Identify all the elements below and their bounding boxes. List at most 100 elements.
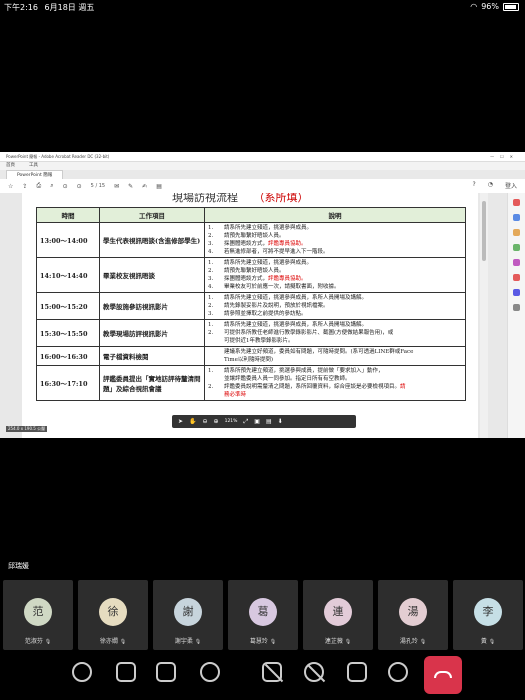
participant-name-row: 黃 🎙︎ (453, 636, 523, 645)
zoom-out-icon[interactable]: ⊖ (203, 418, 208, 425)
mic-muted-icon: 🎙︎ (344, 639, 352, 645)
line-number: 4. (208, 249, 214, 255)
export-pdf-icon[interactable] (513, 199, 520, 206)
description-line: 3. 請參照並擇取之前提供的參訪點。 (208, 310, 462, 318)
row-item: 電子檔資料檢閱 (99, 346, 205, 366)
comment-tool-icon[interactable] (513, 229, 520, 236)
hand-tool-icon[interactable]: ✋ (189, 418, 196, 425)
line-text: 可提供系所教任老師進行教學錄影影片、截圖(方便做結果報告用)，或 (224, 330, 394, 336)
speaker-icon[interactable] (347, 662, 367, 682)
create-pdf-icon[interactable] (513, 214, 520, 221)
line-text: 請參照並擇取之前提供的參訪點。 (224, 311, 307, 317)
status-time: 下午2:16 (4, 3, 38, 12)
protect-icon[interactable] (513, 289, 520, 296)
description-line: 1. 請系所先建立頻道，挑選參與成員。 (208, 259, 462, 267)
window-controls[interactable]: —☐✕ (490, 152, 519, 161)
select-tool-icon[interactable]: ➤ (178, 418, 183, 425)
line-number: 2. (208, 330, 214, 336)
hangup-icon (434, 671, 452, 678)
participant-tile[interactable]: 葛葛慧玲 🎙︎ (228, 580, 298, 650)
description-line: 可提供近1年教學錄影影片。 (208, 337, 462, 345)
wifi-icon: ◠ (470, 2, 478, 11)
schedule-table: 時間 工作項目 說明 13:00～14:00 學生代表視訊晤談(含進修部學生) 1.… (36, 207, 466, 401)
end-call-button[interactable] (424, 656, 462, 694)
signin-link[interactable]: 登入 (505, 181, 517, 190)
line-text: 採團體晤談方式， (224, 241, 269, 247)
active-speaker-name: 邱瑞媛 (8, 562, 29, 570)
line-number: 3. (208, 241, 214, 247)
description-line: 1. 請系所先建立頻道，挑選參與成員，系所人員開場及講解。 (208, 321, 462, 329)
tab-document[interactable]: PowerPoint 簡報 (6, 169, 64, 180)
line-text: 請系所先建立頻道，挑選參與成員，系所人員開場及講解。 (224, 295, 368, 301)
row-description: 建議系先建立好頻道，委員如有問題，可隨時提問。(系可透過LINE群或Face Ti… (204, 346, 466, 366)
camera-off-icon[interactable] (262, 662, 284, 683)
organize-icon[interactable] (513, 259, 520, 266)
sign-icon[interactable]: ✍ (142, 183, 147, 190)
row-description: 1. 請系所預先建立頻道，挑選參與成員，提前做「要求加入」動作， 並讓評鑑委員人員一… (204, 365, 466, 401)
row-description: 1. 請系所先建立頻道，挑選參與成員，系所人員開場及講解。 2. 請先錄製妥影片及說明… (204, 292, 466, 320)
pen-icon[interactable]: ✎ (128, 183, 133, 190)
participant-name: 徐亦嫺 (99, 638, 118, 645)
download-icon[interactable]: ⬇ (278, 418, 283, 425)
call-controls (0, 656, 525, 696)
avatar: 葛 (249, 598, 277, 626)
upload-icon[interactable]: ⇪ (22, 183, 27, 190)
participant-tile[interactable]: 湯湯孔玲 🎙︎ (378, 580, 448, 650)
next-page-icon[interactable]: ⊙ (77, 183, 82, 190)
highlight-icon[interactable]: ▤ (266, 418, 272, 425)
description-line: 1. 請系所先建立頻道，挑選參與成員。 (208, 224, 462, 232)
share-screen-icon[interactable] (156, 662, 176, 682)
combine-icon[interactable] (513, 244, 520, 251)
participant-tile[interactable]: 徐徐亦嫺 🎙︎ (78, 580, 148, 650)
avatar: 李 (474, 598, 502, 626)
window-titlebar: PowerPoint 簡報 - Adobe Acrobat Reader DC … (0, 152, 525, 162)
avatar: 范 (24, 598, 52, 626)
star-icon[interactable]: ☆ (8, 183, 13, 190)
line-text: 若無進修部者，可將不提早進入下一階段。 (224, 249, 329, 255)
line-text: 請系所先建立頻道，挑選參與成員。 (224, 260, 313, 266)
more-options-icon[interactable] (388, 662, 408, 682)
fit-page-icon[interactable]: ⤢ (243, 418, 248, 426)
comment-icon[interactable]: ✉ (114, 183, 119, 190)
row-description: 1. 請系所先建立頻道，挑選參與成員。 2. 請預先聯繫好晤談人員。 3. 採團體晤談方式… (204, 222, 466, 258)
row-time: 16:00～16:30 (36, 346, 100, 366)
mic-muted-icon: 🎙︎ (119, 639, 127, 645)
document-area: 現場訪視流程 （系所填） 時間 工作項目 說明 13:00～14:00 學生代表視… (0, 193, 508, 438)
table-row: 14:10～14:40 畢業校友視訊晤談 1. 請系所先建立頻道，挑選參與成員。 2. 請… (36, 257, 466, 293)
table-row: 15:30～15:50 教學現場訪評視訊影片 1. 請系所先建立頻道，挑選參與成員，系… (36, 319, 466, 347)
bell-icon[interactable]: ◔ (488, 181, 493, 190)
pdf-page: 現場訪視流程 （系所填） 時間 工作項目 說明 13:00～14:00 學生代表視… (22, 193, 478, 438)
help-icon[interactable]: ? (473, 181, 476, 190)
col-time: 時間 (36, 207, 100, 223)
description-line: 2. 評鑑委員說明需釐清之問題，系所回覆資料，綜合座談是必要檢視項目。請 (208, 383, 462, 391)
row-item: 學生代表視訊晤談(含進修部學生) (99, 222, 205, 258)
mic-off-icon[interactable] (304, 662, 326, 683)
fit-width-icon[interactable]: ▣ (254, 418, 260, 425)
zoom-in-icon[interactable]: ⊕ (214, 418, 219, 425)
participant-tile[interactable]: 連連芷薇 🎙︎ (303, 580, 373, 650)
mic-muted-icon: 🎙︎ (269, 639, 277, 645)
line-number: 3. (208, 276, 214, 282)
line-text: 請系所先建立頻道，挑選參與成員，系所人員開場及講解。 (224, 322, 368, 328)
page-indicator[interactable]: 5 / 15 (91, 183, 105, 189)
reactions-icon[interactable] (200, 662, 220, 682)
table-row: 16:30～17:10 評鑑委員提出「實地訪評待釐清問題」及綜合視訊會議 1. 請系所… (36, 365, 466, 401)
row-item: 教學現場訪評視訊影片 (99, 319, 205, 347)
row-item: 畢業校友視訊晤談 (99, 257, 205, 293)
participant-tile[interactable]: 李黃 🎙︎ (453, 580, 523, 650)
fill-icon[interactable]: ▤ (156, 183, 162, 190)
more-tools-icon[interactable] (513, 304, 520, 311)
page-scrollbar[interactable] (480, 193, 488, 438)
chat-icon[interactable] (72, 662, 92, 682)
print-icon[interactable]: ⎙ (36, 182, 41, 190)
people-icon[interactable] (116, 662, 136, 682)
prev-page-icon[interactable]: ⊙ (63, 183, 68, 190)
participant-tile[interactable]: 謝謝宇柔 🎙︎ (153, 580, 223, 650)
zoom-level[interactable]: 121% (225, 419, 238, 424)
search-icon[interactable]: ⌕ (50, 182, 53, 190)
edit-pdf-icon[interactable] (513, 274, 520, 281)
line-number: 1. (208, 295, 214, 301)
participant-name: 湯孔玲 (399, 638, 418, 645)
mic-muted-icon: 🎙︎ (194, 639, 202, 645)
participant-tile[interactable]: 范范淑芬 🎙︎ (3, 580, 73, 650)
